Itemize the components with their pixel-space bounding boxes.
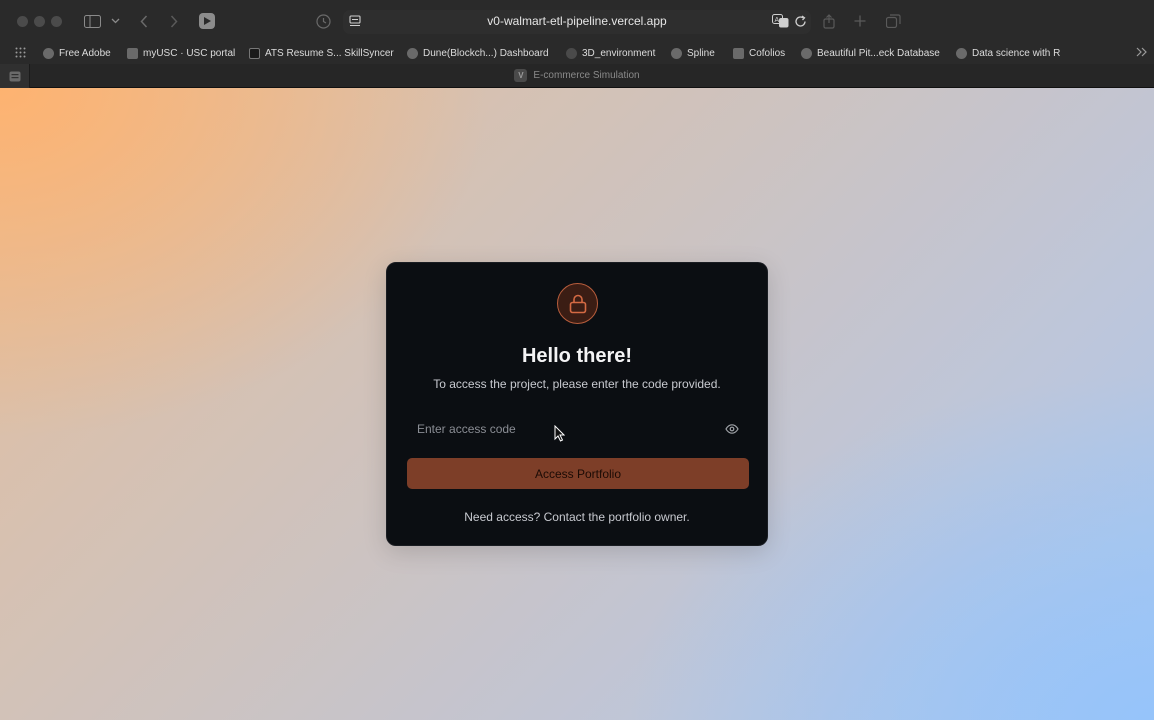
bookmark-item[interactable]: myUSC · USC portal	[127, 44, 235, 62]
bookmark-favicon-icon	[43, 47, 54, 59]
reload-icon[interactable]	[792, 13, 808, 29]
browser-toolbar: v0-walmart-etl-pipeline.vercel.app A	[0, 0, 1154, 42]
bookmark-favicon-icon	[566, 47, 577, 59]
new-tab-icon[interactable]	[852, 11, 868, 31]
bookmark-favicon-icon	[127, 47, 138, 59]
bookmark-favicon-icon	[801, 47, 812, 59]
bookmark-item[interactable]: Dune(Blockch...) Dashboard	[407, 44, 549, 62]
sidebar-toggle-icon[interactable]	[83, 11, 101, 31]
bookmark-item[interactable]: 3D_environment	[566, 44, 655, 62]
access-portfolio-button[interactable]: Access Portfolio	[407, 458, 749, 489]
bookmark-item[interactable]: Spline	[671, 44, 715, 62]
close-window-button[interactable]	[17, 16, 28, 27]
translate-icon[interactable]: A	[771, 13, 789, 29]
forward-icon[interactable]	[168, 11, 180, 31]
bookmark-favicon-icon	[956, 47, 967, 59]
history-icon[interactable]	[314, 11, 332, 31]
eye-icon[interactable]	[724, 421, 740, 437]
tab-overview-icon[interactable]	[884, 11, 902, 31]
url-text[interactable]: v0-walmart-etl-pipeline.vercel.app	[343, 14, 811, 28]
bookmark-item[interactable]: Free Adobe	[43, 44, 111, 62]
extension-icon[interactable]	[198, 11, 216, 31]
bookmark-favicon-icon	[249, 47, 260, 59]
chevron-down-icon[interactable]	[109, 11, 121, 31]
tab-active[interactable]: V E-commerce Simulation	[0, 69, 1154, 82]
minimize-window-button[interactable]	[34, 16, 45, 27]
tab-bar: V E-commerce Simulation	[0, 64, 1154, 88]
share-icon[interactable]	[821, 11, 837, 31]
page-title: Hello there!	[521, 345, 633, 367]
vercel-favicon-icon: V	[514, 69, 528, 82]
address-bar[interactable]: v0-walmart-etl-pipeline.vercel.app A	[343, 10, 811, 34]
access-card: Hello there! To access the project, plea…	[386, 262, 768, 546]
page-subtitle: To access the project, please enter the …	[433, 377, 721, 391]
tab-title: E-commerce Simulation	[533, 70, 640, 81]
grid-icon[interactable]	[13, 45, 27, 59]
mouse-cursor-icon	[554, 424, 566, 447]
page-background: Hello there! To access the project, plea…	[0, 88, 1154, 720]
chevrons-right-icon[interactable]	[1134, 45, 1148, 59]
bookmark-favicon-icon	[407, 47, 418, 59]
svg-text:A: A	[774, 17, 779, 24]
bookmarks-bar: Free Adobe myUSC · USC portal ATS Resume…	[0, 42, 1154, 64]
bookmark-favicon-icon	[671, 47, 682, 59]
contact-note: Need access? Contact the portfolio owner…	[464, 510, 690, 524]
bookmark-item[interactable]: Data science with R	[956, 44, 1060, 62]
access-code-input[interactable]	[407, 414, 749, 444]
bookmark-item[interactable]: Cofolios	[733, 44, 785, 62]
bookmark-item[interactable]: Beautiful Pit...eck Database	[801, 44, 940, 62]
bookmark-favicon-icon	[733, 47, 744, 59]
zoom-window-button[interactable]	[51, 16, 62, 27]
back-icon[interactable]	[138, 11, 150, 31]
lock-icon	[557, 283, 598, 324]
bookmark-item[interactable]: ATS Resume S... SkillSyncer	[249, 44, 394, 62]
